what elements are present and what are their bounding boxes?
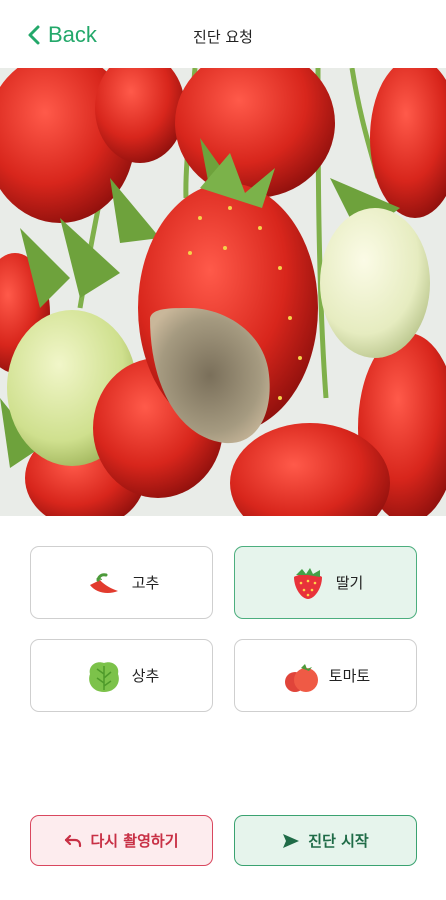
start-diagnosis-button[interactable]: 진단 시작: [234, 815, 417, 866]
start-diagnosis-label: 진단 시작: [308, 832, 369, 850]
lettuce-icon: [84, 656, 124, 696]
captured-photo: [0, 68, 446, 516]
page-title: 진단 요청: [193, 28, 253, 46]
crop-option-strawberry[interactable]: 딸기: [234, 546, 417, 619]
crop-option-lettuce[interactable]: 상추: [30, 639, 213, 712]
crop-label: 고추: [131, 574, 160, 592]
retake-label: 다시 촬영하기: [90, 832, 179, 850]
crop-label: 딸기: [335, 574, 364, 592]
crop-option-pepper[interactable]: 고추: [30, 546, 213, 619]
header: Back 진단 요청: [0, 0, 446, 68]
undo-icon: [65, 834, 82, 847]
crop-label: 상추: [131, 667, 160, 685]
chili-pepper-icon: [84, 563, 124, 603]
tomato-icon: [281, 656, 321, 696]
retake-button[interactable]: 다시 촬영하기: [30, 815, 213, 866]
crop-option-tomato[interactable]: 토마토: [234, 639, 417, 712]
strawberry-icon: [288, 563, 328, 603]
crop-label: 토마토: [328, 667, 371, 685]
send-icon: [283, 833, 300, 848]
